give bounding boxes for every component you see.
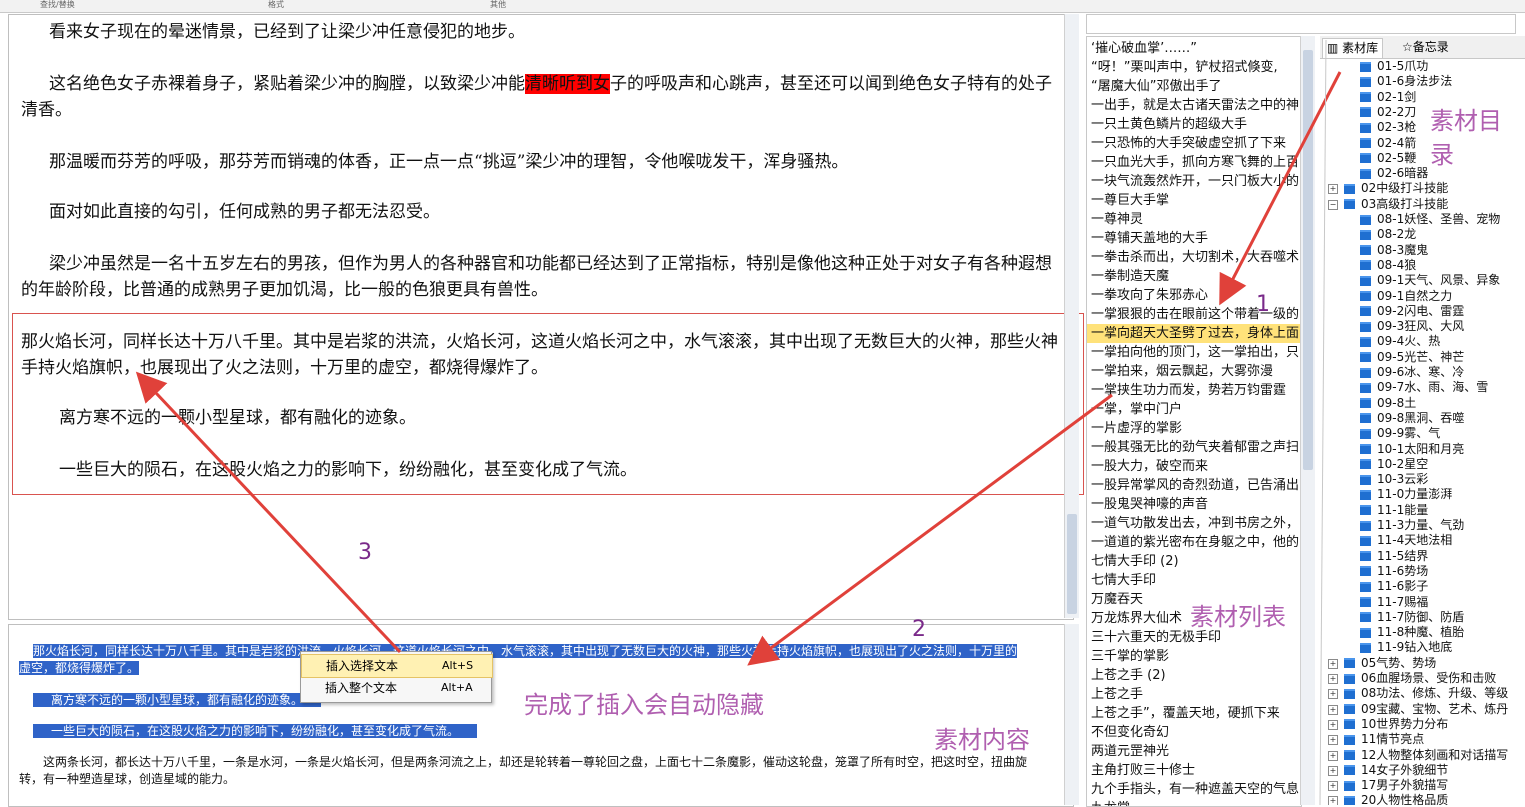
pane-divider bbox=[1319, 39, 1327, 805]
arrow-2 bbox=[747, 393, 1113, 666]
arrow-3 bbox=[135, 371, 402, 654]
arrow-1 bbox=[1219, 71, 1342, 306]
annotation-arrows bbox=[135, 39, 1342, 805]
